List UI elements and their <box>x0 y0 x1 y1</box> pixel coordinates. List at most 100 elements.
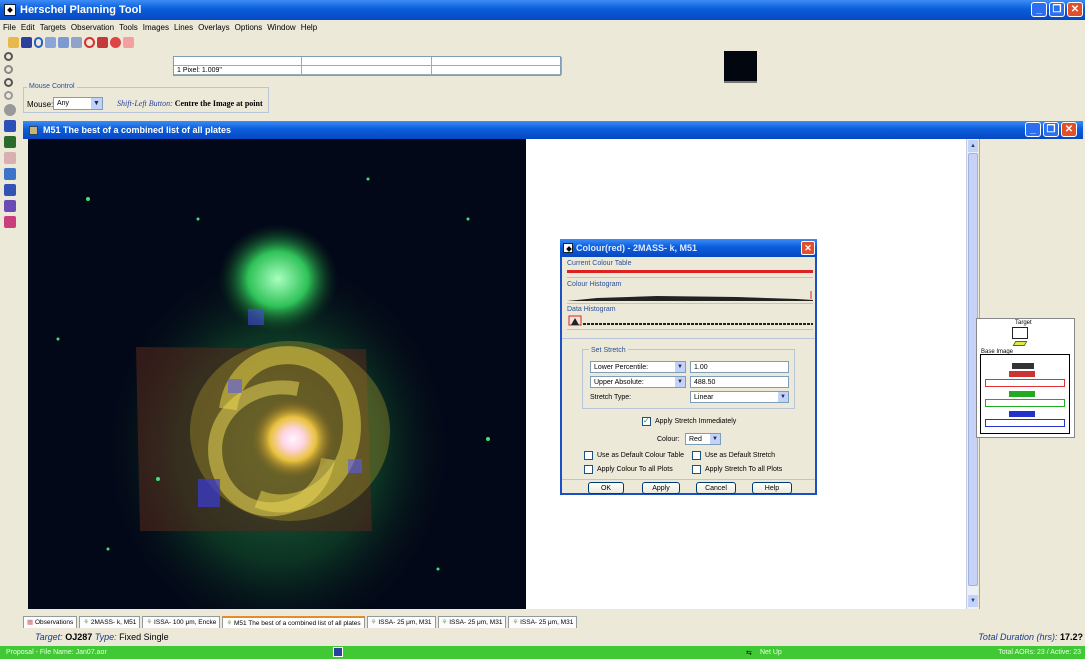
tab-2mass-k-m51[interactable]: ⚘ 2MASS- k, M51 <box>79 616 141 628</box>
chevron-down-icon[interactable]: ▼ <box>778 392 788 402</box>
ok-button[interactable]: OK <box>588 482 624 494</box>
tab-observations[interactable]: ▦ Observations <box>23 616 78 628</box>
colour-histogram-plot[interactable] <box>567 289 813 301</box>
stretch-type-select[interactable]: Linear ▼ <box>690 391 789 403</box>
cancel-button[interactable]: Cancel <box>696 482 736 494</box>
colour-histogram-label: Colour Histogram <box>567 281 622 288</box>
lower-bound-input[interactable]: 1.00 <box>690 361 789 373</box>
menu-images[interactable]: Images <box>143 23 169 32</box>
data-histogram-plot[interactable] <box>567 314 813 326</box>
ruler-icon[interactable] <box>4 152 16 164</box>
undo-icon[interactable] <box>34 37 43 48</box>
base-controls[interactable] <box>1012 363 1034 369</box>
chevron-down-icon[interactable]: ▼ <box>710 434 720 444</box>
layers-icon[interactable] <box>4 168 16 180</box>
grid-icon[interactable] <box>4 136 16 148</box>
menu-lines[interactable]: Lines <box>174 23 193 32</box>
chevron-down-icon[interactable]: ▼ <box>675 362 685 372</box>
menu-tools[interactable]: Tools <box>119 23 138 32</box>
apply-immediately-checkbox[interactable] <box>642 416 651 426</box>
tab-issa-25-m31-c[interactable]: ⚘ ISSA- 25 μm, M31 <box>508 616 578 628</box>
tab-label: ISSA- 100 μm, Encke <box>154 619 217 626</box>
stretch-all-plots-checkbox[interactable] <box>692 465 701 474</box>
maximize-button[interactable]: ❐ <box>1049 2 1065 17</box>
inner-minimize-button[interactable]: _ <box>1025 122 1041 137</box>
tab-issa-25-m31-b[interactable]: ⚘ ISSA- 25 μm, M31 <box>437 616 507 628</box>
scroll-down-icon[interactable]: ▼ <box>968 595 978 607</box>
data-histogram-label: Data Histogram <box>567 306 616 313</box>
grid-tool-icon[interactable] <box>45 37 56 48</box>
red-channel-bar[interactable] <box>985 379 1065 387</box>
link-icon[interactable] <box>123 37 134 48</box>
target-layer-toggle[interactable] <box>1012 327 1028 339</box>
target-icon[interactable] <box>84 37 95 48</box>
menu-targets[interactable]: Targets <box>40 23 66 32</box>
tab-issa-100-encke[interactable]: ⚘ ISSA- 100 μm, Encke <box>142 616 221 628</box>
zoom-out-icon[interactable] <box>4 65 13 74</box>
main-toolbar <box>8 35 134 50</box>
default-stretch-checkbox[interactable] <box>692 451 701 460</box>
open-folder-icon[interactable] <box>8 37 19 48</box>
colour-all-plots-checkbox[interactable] <box>584 465 593 474</box>
colour-select[interactable]: Red ▼ <box>685 433 721 445</box>
stop-icon[interactable] <box>110 37 121 48</box>
save-icon[interactable] <box>333 647 343 657</box>
zoom-fit-icon[interactable] <box>4 78 13 87</box>
overlay-tool-icon[interactable] <box>58 37 69 48</box>
menu-bar: File Edit Targets Observation Tools Imag… <box>0 20 1085 34</box>
stretch-type-label: Stretch Type: <box>590 394 632 401</box>
help-button[interactable]: Help <box>752 482 792 494</box>
apply-button[interactable]: Apply <box>642 482 680 494</box>
stretch-type-value: Linear <box>694 394 714 401</box>
colour-label: Colour: <box>657 436 680 443</box>
tab-label: M51 The best of a combined list of all p… <box>233 620 361 627</box>
duration-value: 17.2? <box>1059 632 1083 642</box>
menu-overlays[interactable]: Overlays <box>198 23 230 32</box>
dialog-close-icon[interactable]: ✕ <box>801 241 815 255</box>
default-colour-table-label: Use as Default Colour Table <box>597 452 685 459</box>
hint-prefix: Shift-Left Button: <box>117 99 173 108</box>
menu-edit[interactable]: Edit <box>21 23 35 32</box>
layout-tool-icon[interactable] <box>71 37 82 48</box>
tab-m51-combined[interactable]: ⚘ M51 The best of a combined list of all… <box>222 616 365 628</box>
upper-bound-mode: Upper Absolute: <box>594 379 644 386</box>
colour-icon[interactable] <box>4 200 16 212</box>
delete-icon[interactable] <box>97 37 108 48</box>
tab-issa-25-m31-a[interactable]: ⚘ ISSA- 25 μm, M31 <box>366 616 436 628</box>
inner-close-button[interactable]: ✕ <box>1061 122 1077 137</box>
image-tab-icon: ⚘ <box>512 619 521 626</box>
save-icon[interactable] <box>21 37 32 48</box>
green-channel-bar[interactable] <box>985 399 1065 407</box>
default-colour-table-checkbox[interactable] <box>584 451 593 460</box>
zoom-reset-icon[interactable] <box>4 91 13 100</box>
minimize-button[interactable]: _ <box>1031 2 1047 17</box>
upper-bound-select[interactable]: Upper Absolute: ▼ <box>590 376 686 388</box>
menu-options[interactable]: Options <box>235 23 263 32</box>
upper-bound-input[interactable]: 488.50 <box>690 376 789 388</box>
sky-image[interactable] <box>28 139 526 609</box>
catalog-icon[interactable] <box>4 216 16 228</box>
chevron-down-icon[interactable]: ▼ <box>675 377 685 387</box>
lower-bound-select[interactable]: Lower Percentile: ▼ <box>590 361 686 373</box>
green-channel-controls[interactable] <box>1009 391 1035 397</box>
inner-maximize-button[interactable]: ❐ <box>1043 122 1059 137</box>
sphere-icon[interactable] <box>4 104 16 116</box>
menu-observation[interactable]: Observation <box>71 23 114 32</box>
contour-icon[interactable] <box>4 184 16 196</box>
image-thumbnail[interactable] <box>724 51 757 83</box>
menu-window[interactable]: Window <box>267 23 295 32</box>
chevron-down-icon[interactable]: ▼ <box>91 98 102 109</box>
menu-help[interactable]: Help <box>301 23 317 32</box>
menu-file[interactable]: File <box>3 23 16 32</box>
mouse-mode-select[interactable]: Any ▼ <box>53 97 103 110</box>
scroll-up-icon[interactable]: ▲ <box>968 140 978 152</box>
colour-value: Red <box>689 436 702 443</box>
window-icon <box>29 125 38 135</box>
blue-channel-controls[interactable] <box>1009 411 1035 417</box>
red-channel-controls[interactable] <box>1009 371 1035 377</box>
blue-channel-bar[interactable] <box>985 419 1065 427</box>
info-icon[interactable] <box>4 120 16 132</box>
close-button[interactable]: ✕ <box>1067 2 1083 17</box>
zoom-in-icon[interactable] <box>4 52 13 61</box>
tab-label: ISSA- 25 μm, M31 <box>449 619 503 626</box>
